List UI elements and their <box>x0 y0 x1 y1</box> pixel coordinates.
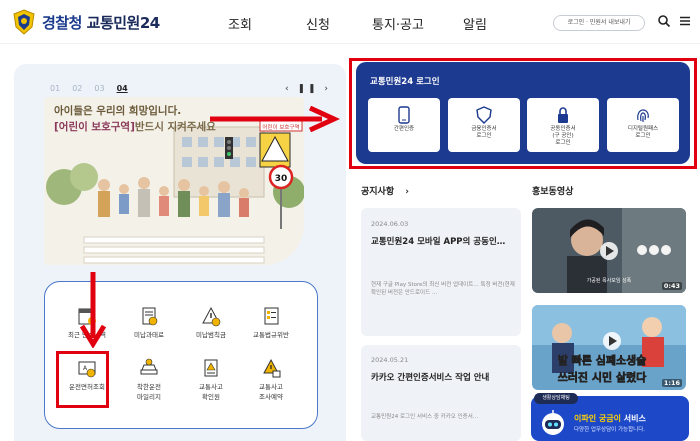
chatbot-subtitle: 다양한 업무상담이 가능합니다. <box>574 427 646 433</box>
slide-number-1[interactable]: 01 <box>50 84 60 93</box>
accident-calendar-icon <box>263 358 281 378</box>
chatbot-title-highlight: 이파인 궁금이 <box>574 414 621 423</box>
banner-title-line1: 아이들은 우리의 희망입니다. <box>54 105 182 117</box>
police-emblem-icon <box>13 9 35 35</box>
video-caption-line1: 발 빠른 심폐소생술 <box>558 353 647 367</box>
site-logo[interactable]: 경찰청 교통민원24 <box>12 9 160 35</box>
service-label: 교통사고 조사예약 <box>259 383 283 401</box>
notice-card[interactable]: 2024.05.21 카카오 간편인증서비스 작업 안내 교통민원24 로그인 … <box>361 345 521 441</box>
notice-card[interactable]: 2024.06.03 교통민원24 모바일 APP의 공동인… 현재 구글 Pl… <box>361 208 521 336</box>
coin-doc-icon <box>142 307 158 326</box>
site-header: 경찰청 교통민원24 조회 신청 통지·공고 알림 로그인 · 민원서 내보내기 <box>0 0 700 44</box>
menu-icon[interactable] <box>678 14 692 28</box>
video-caption: 가공된 목사모임 성폭 <box>587 277 632 284</box>
slide-number-4[interactable]: 04 <box>117 84 128 93</box>
slide-controls[interactable]: ‹ ❚❚ › <box>285 84 331 94</box>
service-traffic-violation[interactable]: 교통법규위반 <box>242 305 300 340</box>
video-thumbnail[interactable]: 가공된 목사모임 성폭 0:43 <box>532 208 686 293</box>
logo-part2: 교통민원24 <box>86 13 161 32</box>
service-accident-reservation[interactable]: 교통사고 조사예약 <box>242 357 300 402</box>
video-thumbnail-image: 가공된 목사모임 성폭 <box>532 208 686 293</box>
notice-title: 카카오 간편인증서비스 작업 안내 <box>371 373 490 383</box>
accident-doc-icon <box>204 359 218 377</box>
annotation-arrow-right <box>210 106 340 132</box>
notice-title-text: 공지사항 <box>361 187 395 197</box>
chatbot-title-rest: 서비스 <box>620 414 646 423</box>
video-duration: 0:43 <box>661 282 682 290</box>
service-unpaid-penalty[interactable]: 미납범칙금 <box>182 305 240 340</box>
notice-section-title[interactable]: 공지사항 › <box>361 184 409 197</box>
notice-date: 2024.06.03 <box>371 220 409 228</box>
nav-item-notice[interactable]: 통지·공고 <box>372 14 424 33</box>
annotation-box-login <box>349 58 697 169</box>
chatbot-icon <box>542 410 564 435</box>
search-icon[interactable] <box>657 14 671 28</box>
video-caption-line2: 쓰러진 시민 살렸다 <box>558 370 647 384</box>
logo-part1: 경찰청 <box>42 13 82 32</box>
nav-item-inquiry[interactable]: 조회 <box>228 14 252 33</box>
doc-list-icon <box>264 307 279 325</box>
logo-text: 경찰청 교통민원24 <box>42 12 160 33</box>
login-pill-button[interactable]: 로그인 · 민원서 내보내기 <box>553 15 645 31</box>
notice-body: 교통민원24 로그인 서비스 중 카카오 인증서… <box>371 414 479 420</box>
service-label: 미납과태료 <box>134 331 164 339</box>
video-thumbnail[interactable]: 발 빠른 심폐소생술 쓰러진 시민 살렸다 1:16 <box>532 305 686 390</box>
service-label: 교통사고 확인원 <box>199 383 223 401</box>
service-unpaid-fine[interactable]: 미납과태료 <box>120 305 178 340</box>
banner-title-line2: [어린이 보호구역]반드시 지켜주세요 <box>54 119 216 134</box>
annotation-box-license <box>56 351 109 408</box>
service-label: 교통법규위반 <box>253 331 289 339</box>
service-accident-certificate[interactable]: 교통사고 확인원 <box>182 357 240 402</box>
notice-body: 현재 구글 Play Store의 최신 버전 업데이트… 특정 버전(현재 확… <box>371 282 515 296</box>
warning-coin-icon <box>202 306 221 327</box>
nav-item-alert[interactable]: 알림 <box>463 14 487 33</box>
video-thumbnail-image: 발 빠른 심폐소생술 쓰러진 시민 살렸다 <box>532 305 686 390</box>
notice-date: 2024.05.21 <box>371 356 409 364</box>
service-label: 착한운전 마일리지 <box>137 383 161 401</box>
video-duration: 1:16 <box>661 379 682 387</box>
chevron-right-icon: › <box>405 187 409 197</box>
banner-title-highlight: [어린이 보호구역] <box>54 121 135 133</box>
slide-number-3[interactable]: 03 <box>94 84 104 93</box>
notice-title: 교통민원24 모바일 APP의 공동인… <box>371 237 506 247</box>
annotation-arrow-down <box>80 272 106 348</box>
chatbot-badge: 생활상담채팅 <box>534 393 578 404</box>
speed-limit-text: 30 <box>275 174 288 184</box>
nav-item-apply[interactable]: 신청 <box>306 14 330 33</box>
video-section-title: 홍보동영상 <box>532 187 574 197</box>
car-coin-icon <box>140 358 158 375</box>
service-label: 미납범칙금 <box>196 331 226 339</box>
service-mileage[interactable]: 착한운전 마일리지 <box>120 357 178 402</box>
banner-title-rest: 반드시 지켜주세요 <box>134 121 216 133</box>
chatbot-title: 이파인 궁금이 서비스 <box>574 413 646 424</box>
slide-indicator: 01 02 03 04 <box>50 84 140 93</box>
slide-number-2[interactable]: 02 <box>72 84 82 93</box>
